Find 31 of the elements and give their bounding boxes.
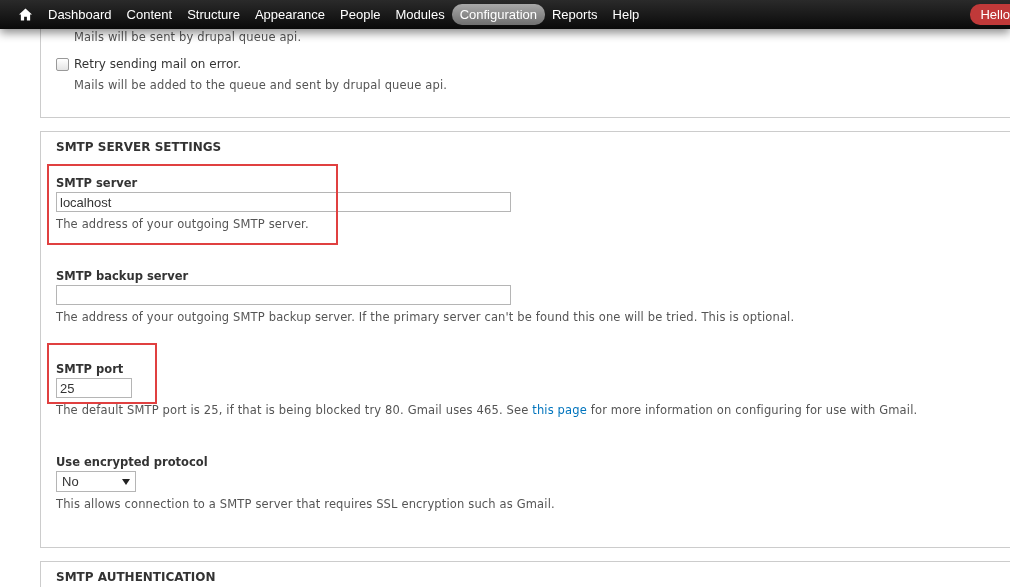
link[interactable]: this page: [532, 403, 587, 417]
section-title: SMTP SERVER SETTINGS: [55, 139, 223, 154]
toolbar-tab[interactable]: People: [332, 4, 389, 25]
checkbox-label[interactable]: Retry sending mail on error.: [74, 57, 241, 71]
toolbar-tab[interactable]: Reports: [544, 4, 606, 25]
caret-icon: [122, 478, 130, 485]
input-field[interactable]: localhost: [56, 192, 511, 212]
user-greeting-button[interactable]: Hello: [970, 4, 1010, 25]
field-label: SMTP backup server: [56, 269, 190, 283]
field-description: The address of your outgoing SMTP backup server. If the primary server can't be found this one will be tried. This is optional.: [56, 310, 796, 324]
input-field[interactable]: [56, 285, 511, 305]
input-field[interactable]: 25: [56, 378, 132, 398]
toolbar-tab[interactable]: Structure: [179, 4, 248, 25]
toolbar-tab[interactable]: Modules: [387, 4, 453, 25]
field-description: This allows connection to a SMTP server that requires SSL encryption such as Gmail.: [56, 497, 556, 511]
field-description: Mails will be sent by drupal queue api.: [73, 29, 303, 44]
field-description: The address of your outgoing SMTP server.: [56, 217, 310, 231]
toolbar-tab[interactable]: Content: [118, 4, 181, 25]
section-title: SMTP AUTHENTICATION: [55, 569, 217, 584]
select-dropdown[interactable]: No: [56, 471, 136, 492]
home-icon[interactable]: [19, 8, 32, 21]
toolbar-tab[interactable]: Dashboard: [40, 4, 120, 25]
toolbar-tab[interactable]: Configuration: [451, 4, 545, 25]
field-label: Use encrypted protocol: [56, 455, 209, 469]
field-description: The default SMTP port is 25, if that is being blocked try 80. Gmail uses 465. See this page for more information on configuring for use with Gmail.: [56, 403, 919, 417]
toolbar-tab[interactable]: Help: [604, 4, 648, 25]
field-label: SMTP port: [56, 362, 125, 376]
toolbar-tab[interactable]: Appearance: [246, 4, 334, 25]
field-description: Mails will be added to the queue and sent by drupal queue api.: [73, 78, 449, 94]
checkbox[interactable]: [56, 57, 69, 71]
field-label: SMTP server: [56, 176, 139, 190]
